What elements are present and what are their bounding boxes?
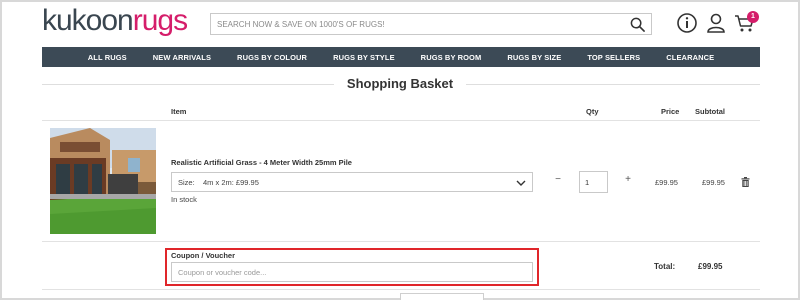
main-nav: ALL RUGS NEW ARRIVALS RUGS BY COLOUR RUG… [42, 47, 760, 67]
account-icon[interactable] [705, 12, 727, 34]
nav-item-clearance[interactable]: CLEARANCE [653, 53, 727, 62]
nav-item-all-rugs[interactable]: ALL RUGS [75, 53, 140, 62]
nav-item-new-arrivals[interactable]: NEW ARRIVALS [140, 53, 224, 62]
cart-count-badge: 1 [747, 11, 759, 23]
coupon-label: Coupon / Voucher [171, 251, 236, 260]
column-header-qty: Qty [586, 107, 599, 116]
bottom-divider [42, 289, 760, 290]
product-price: £99.95 [655, 178, 678, 187]
row-divider [42, 241, 760, 242]
site-header: kukoonrugs 1 [0, 0, 800, 46]
column-header-item: Item [171, 107, 187, 116]
nav-item-rugs-by-style[interactable]: RUGS BY STYLE [320, 53, 408, 62]
column-header-subtotal: Subtotal [695, 107, 725, 116]
product-name[interactable]: Realistic Artificial Grass - 4 Meter Wid… [171, 158, 352, 167]
chevron-down-icon [516, 180, 526, 186]
nav-item-rugs-by-size[interactable]: RUGS BY SIZE [494, 53, 574, 62]
quantity-input[interactable] [579, 171, 608, 193]
nav-item-rugs-by-room[interactable]: RUGS BY ROOM [408, 53, 495, 62]
table-divider [42, 120, 760, 121]
nav-item-rugs-by-colour[interactable]: RUGS BY COLOUR [224, 53, 320, 62]
nav-item-top-sellers[interactable]: TOP SELLERS [574, 53, 653, 62]
search-input[interactable] [211, 14, 621, 34]
title-divider-right [466, 84, 760, 85]
search-icon[interactable] [630, 17, 645, 32]
coupon-input[interactable] [171, 262, 533, 282]
title-divider-left [42, 84, 334, 85]
total-label: Total: [654, 262, 676, 271]
stock-status: In stock [171, 195, 197, 204]
size-select[interactable]: Size: 4m x 2m: £99.95 [171, 172, 533, 192]
total-value: £99.95 [698, 262, 723, 271]
info-icon[interactable] [676, 12, 698, 34]
checkout-button-partial[interactable] [400, 293, 484, 300]
quantity-increase-button[interactable]: + [623, 174, 633, 185]
logo-text-kukoon: kukoon [42, 4, 134, 37]
size-select-label: Size: [178, 178, 195, 187]
trash-icon[interactable] [741, 177, 750, 187]
product-subtotal: £99.95 [702, 178, 725, 187]
column-header-price: Price [661, 107, 680, 116]
size-select-value: 4m x 2m: £99.95 [203, 178, 259, 187]
product-image[interactable] [50, 128, 156, 234]
search-bar [210, 13, 652, 35]
logo-text-rugs: rugs [132, 4, 188, 37]
quantity-decrease-button[interactable]: − [553, 174, 563, 185]
site-logo[interactable]: kukoonrugs [42, 4, 188, 37]
